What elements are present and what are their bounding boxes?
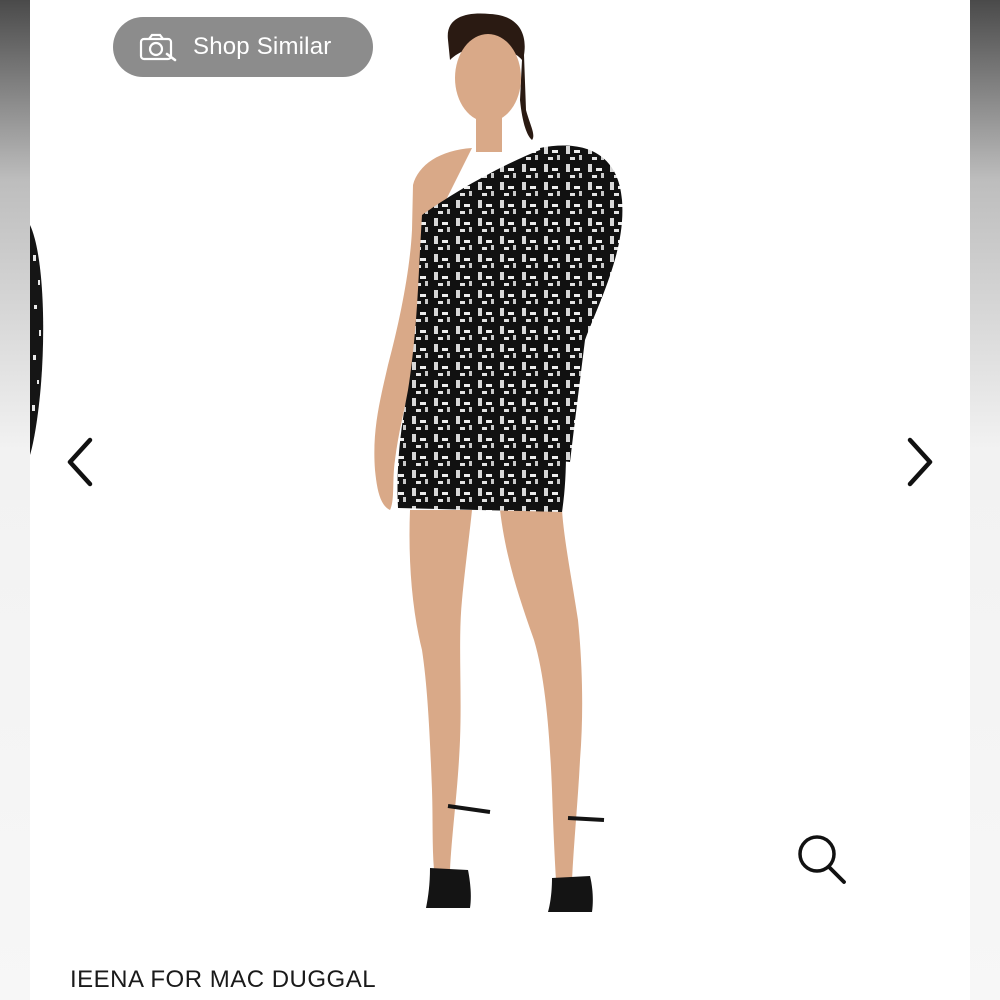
product-image	[374, 13, 623, 912]
previous-image-button[interactable]	[60, 432, 100, 492]
previous-image-peek	[30, 225, 44, 455]
chevron-left-icon	[67, 437, 93, 487]
brand-name: IEENA FOR MAC DUGGAL	[70, 966, 377, 993]
magnifier-icon	[798, 835, 846, 884]
chevron-right-icon	[907, 437, 933, 487]
next-image-button[interactable]	[900, 432, 940, 492]
zoom-button[interactable]	[792, 830, 852, 890]
right-edge-shadow	[970, 0, 1000, 1000]
camera-search-icon	[139, 32, 179, 62]
left-edge-shadow	[0, 0, 30, 1000]
